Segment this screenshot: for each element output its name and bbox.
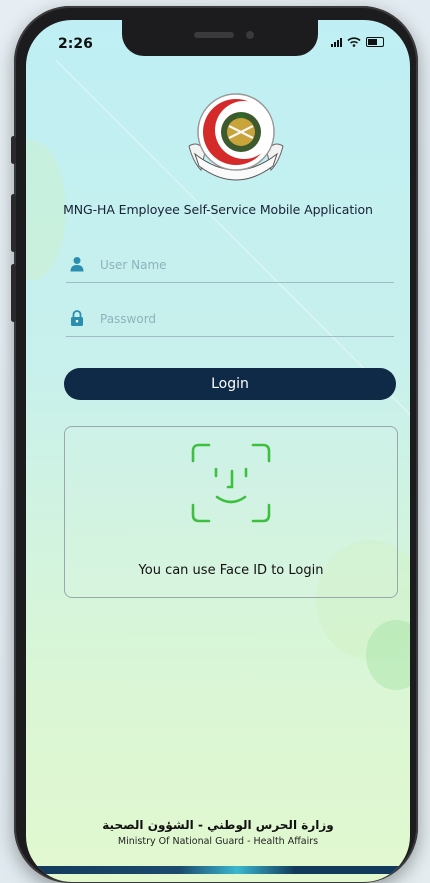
- camera: [246, 31, 254, 39]
- lock-icon: [71, 310, 83, 326]
- face-id-icon[interactable]: [191, 443, 271, 523]
- username-input[interactable]: [98, 252, 382, 278]
- footer-english: Ministry Of National Guard - Health Affa…: [117, 836, 319, 847]
- mngha-emblem-logo: [188, 93, 284, 181]
- home-indicator: [26, 866, 410, 874]
- footer-arabic: وزارة الحرس الوطني - الشؤون الصحية: [102, 818, 334, 832]
- signal-icon: [331, 37, 342, 47]
- login-button[interactable]: Login: [64, 368, 396, 400]
- volume-down-button: [11, 264, 16, 322]
- status-time: 2:26: [58, 36, 93, 52]
- face-id-text: You can use Face ID to Login: [138, 563, 324, 578]
- wifi-icon: [347, 37, 361, 47]
- status-icons: [331, 37, 384, 47]
- speaker: [194, 32, 234, 38]
- face-id-panel[interactable]: You can use Face ID to Login: [64, 426, 398, 598]
- password-input[interactable]: [98, 306, 382, 332]
- mute-switch: [11, 136, 16, 164]
- password-field[interactable]: [66, 300, 394, 337]
- app-title: MNG-HA Employee Self-Service Mobile Appl…: [63, 202, 373, 217]
- user-icon: [70, 257, 84, 272]
- app-screen: 2:26 MNG-HA Employee Self-Service Mobile…: [26, 20, 410, 882]
- notch: [122, 20, 318, 56]
- battery-icon: [366, 37, 384, 47]
- volume-up-button: [11, 194, 16, 252]
- username-field[interactable]: [66, 246, 394, 283]
